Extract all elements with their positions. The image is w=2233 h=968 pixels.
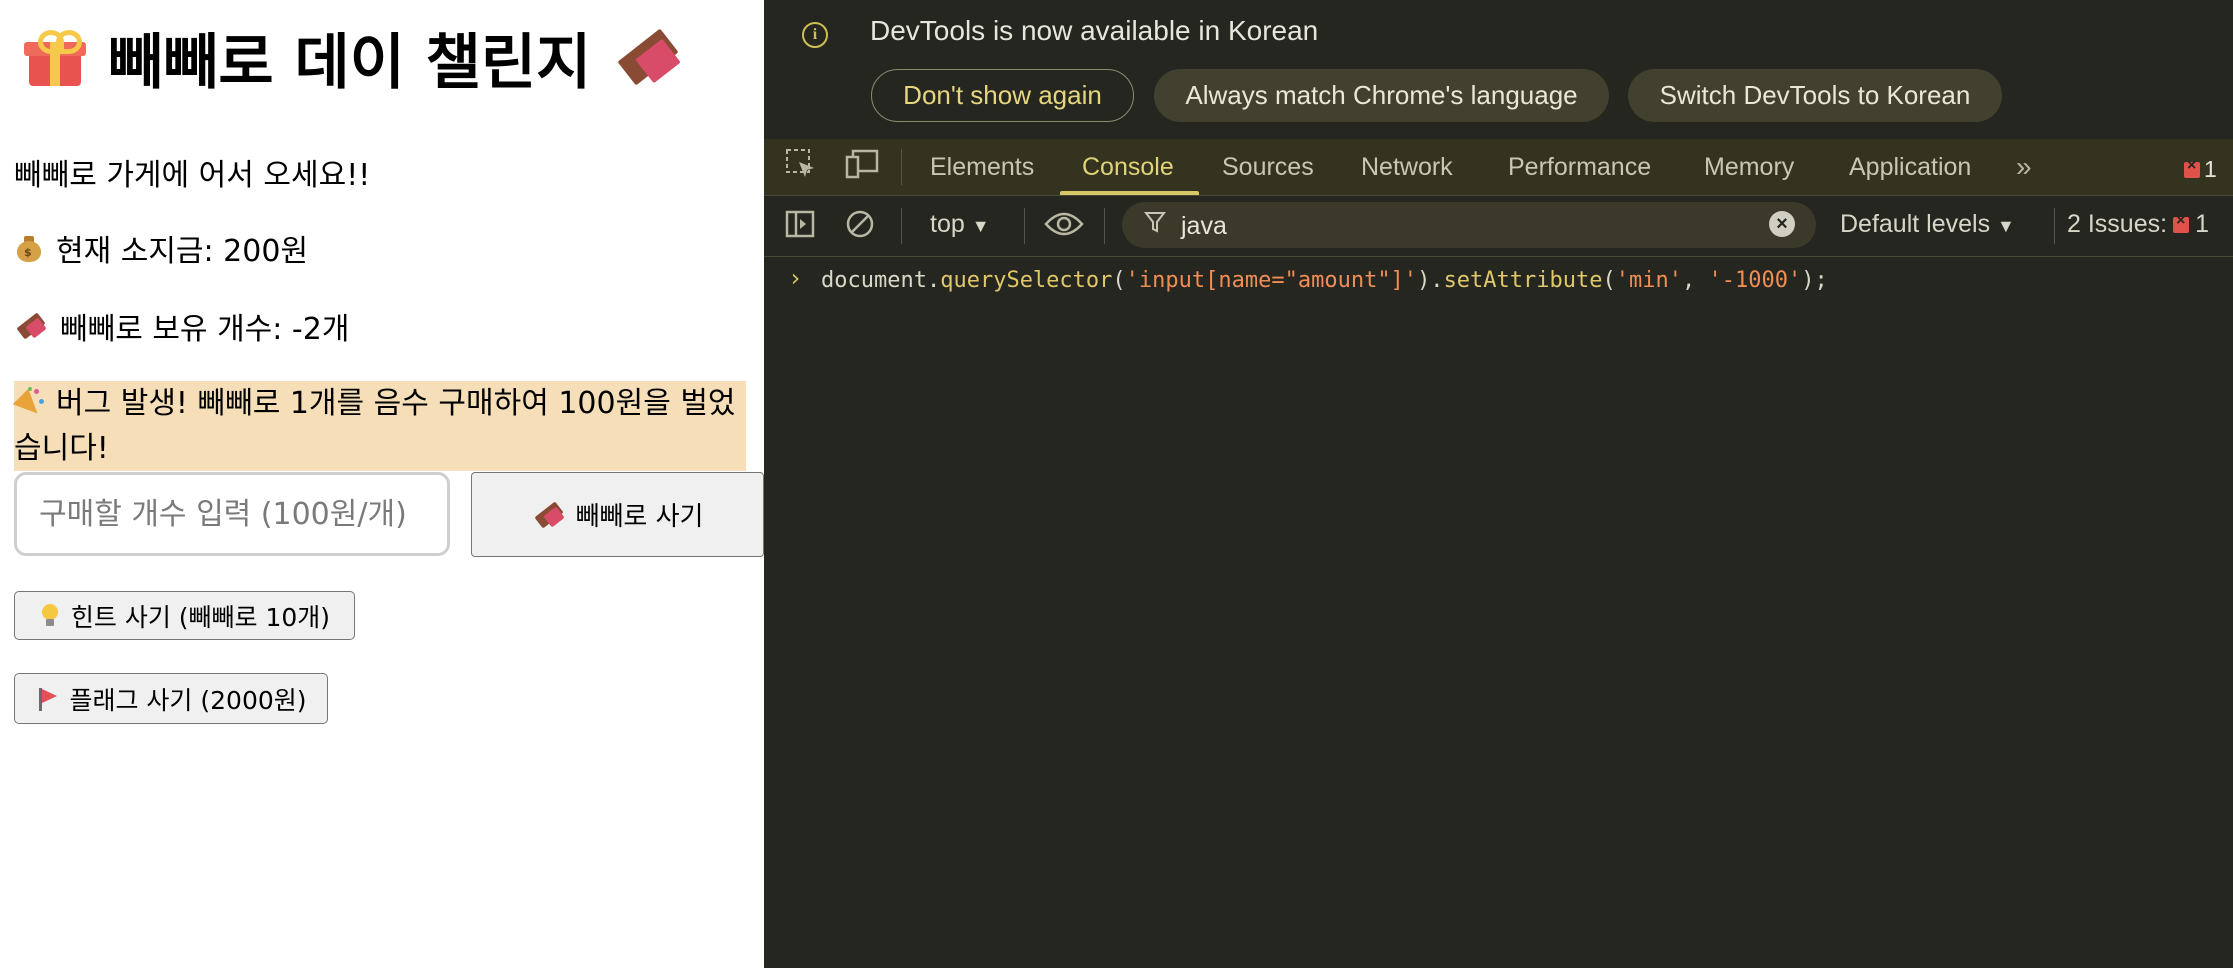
code-method: setAttribute xyxy=(1443,268,1603,293)
always-match-language-button[interactable]: Always match Chrome's language xyxy=(1154,69,1609,122)
divider xyxy=(901,149,902,185)
buy-pepero-label: 빼빼로 사기 xyxy=(575,502,704,532)
page-title-text: 빼빼로 데이 챌린지 xyxy=(108,27,592,98)
console-filter-field[interactable]: java × xyxy=(1122,202,1816,248)
code-attr-string: 'min' xyxy=(1615,268,1682,293)
log-levels-label: Default levels xyxy=(1840,210,1991,238)
error-icon xyxy=(2173,212,2190,233)
context-selector[interactable]: top ▼ xyxy=(930,210,990,239)
chocolate-icon xyxy=(613,24,682,90)
divider xyxy=(1024,208,1025,244)
party-popper-icon xyxy=(12,387,46,422)
code-selector-string: 'input[name="amount"]' xyxy=(1125,268,1418,293)
console-prompt-icon: › xyxy=(788,264,803,292)
divider xyxy=(1104,208,1105,244)
dropdown-arrow-icon: ▼ xyxy=(971,216,990,236)
page-title: 빼빼로 데이 챌린지 xyxy=(24,12,682,102)
buy-hint-button[interactable]: 힌트 사기 (빼빼로 10개) xyxy=(14,591,355,640)
devtools-panel: i DevTools is now available in Korean Do… xyxy=(764,0,2233,968)
switch-to-korean-button[interactable]: Switch DevTools to Korean xyxy=(1628,69,2002,122)
bug-alert: 버그 발생! 빼빼로 1개를 음수 구매하여 100원을 벌었습니다! xyxy=(12,381,746,471)
divider xyxy=(901,208,902,244)
more-tabs-chevron-icon[interactable]: » xyxy=(2016,139,2032,195)
code-value-string: '-1000' xyxy=(1708,268,1802,293)
live-expression-eye-icon[interactable] xyxy=(1044,210,1084,245)
buy-hint-label: 힌트 사기 (빼빼로 10개) xyxy=(70,602,331,632)
tab-application[interactable]: Application xyxy=(1849,139,1971,195)
tab-elements[interactable]: Elements xyxy=(930,139,1034,195)
issues-count: 1 xyxy=(2195,210,2209,238)
divider xyxy=(2054,208,2055,244)
error-count: 1 xyxy=(2204,156,2217,182)
tab-sources[interactable]: Sources xyxy=(1222,139,1314,195)
language-infobar: i DevTools is now available in Korean Do… xyxy=(764,0,2233,139)
bug-alert-text: 버그 발생! 빼빼로 1개를 음수 구매하여 100원을 벌었습니다! xyxy=(14,386,736,466)
tab-memory[interactable]: Memory xyxy=(1704,139,1794,195)
owned-text: 빼빼로 보유 개수: -2개 xyxy=(60,312,350,347)
welcome-text: 빼빼로 가게에 어서 오세요!! xyxy=(14,158,371,193)
buy-flag-label: 플래그 사기 (2000원) xyxy=(69,685,307,715)
tab-console[interactable]: Console xyxy=(1082,139,1174,195)
infobar-text: DevTools is now available in Korean xyxy=(870,15,1319,46)
context-label: top xyxy=(930,210,965,238)
amount-input[interactable] xyxy=(14,472,450,556)
issues-counter[interactable]: 2 Issues: 1 xyxy=(2067,210,2209,239)
issues-label: 2 Issues: xyxy=(2067,210,2168,238)
console-input-line[interactable]: › document.querySelector('input[name="am… xyxy=(764,258,2233,308)
error-icon xyxy=(2184,157,2200,178)
owned-line: 빼빼로 보유 개수: -2개 xyxy=(14,304,349,348)
clear-console-icon[interactable] xyxy=(844,208,876,247)
info-icon: i xyxy=(802,22,828,48)
devtools-tabbar: Elements Console Sources Network Perform… xyxy=(764,139,2233,196)
balance-text: 현재 소지금: 200원 xyxy=(56,234,309,269)
buy-flag-button[interactable]: 플래그 사기 (2000원) xyxy=(14,673,328,724)
console-code: document.querySelector('input[name="amou… xyxy=(821,268,1828,293)
inspect-element-icon[interactable] xyxy=(784,147,818,188)
sidebar-toggle-icon[interactable] xyxy=(784,208,816,247)
clear-filter-icon[interactable]: × xyxy=(1769,211,1795,237)
error-count-badge[interactable]: 1 xyxy=(2184,156,2217,183)
dont-show-again-button[interactable]: Don't show again xyxy=(871,69,1134,122)
code-method: querySelector xyxy=(940,268,1113,293)
gift-icon xyxy=(24,26,86,88)
lightbulb-icon xyxy=(39,603,61,629)
filter-value: java xyxy=(1181,212,1227,240)
filter-funnel-icon xyxy=(1143,210,1167,241)
code-object: document. xyxy=(821,268,941,293)
active-tab-indicator xyxy=(1060,191,1199,195)
chocolate-icon xyxy=(14,312,48,340)
console-toolbar: top ▼ java × Default levels ▼ 2 Issues: … xyxy=(764,196,2233,257)
tab-network[interactable]: Network xyxy=(1361,139,1453,195)
tab-performance[interactable]: Performance xyxy=(1508,139,1651,195)
buy-pepero-button[interactable]: 빼빼로 사기 xyxy=(471,472,764,557)
device-toolbar-icon[interactable] xyxy=(844,147,880,188)
flag-icon xyxy=(35,686,59,712)
chocolate-icon xyxy=(532,500,566,529)
challenge-page: 빼빼로 데이 챌린지 빼빼로 가게에 어서 오세요!! $ 현재 소지금: 20… xyxy=(0,0,764,968)
balance-line: $ 현재 소지금: 200원 xyxy=(14,226,308,270)
log-levels-dropdown[interactable]: Default levels ▼ xyxy=(1840,210,2015,239)
money-bag-icon: $ xyxy=(14,233,44,263)
dropdown-arrow-icon: ▼ xyxy=(1997,216,2015,236)
